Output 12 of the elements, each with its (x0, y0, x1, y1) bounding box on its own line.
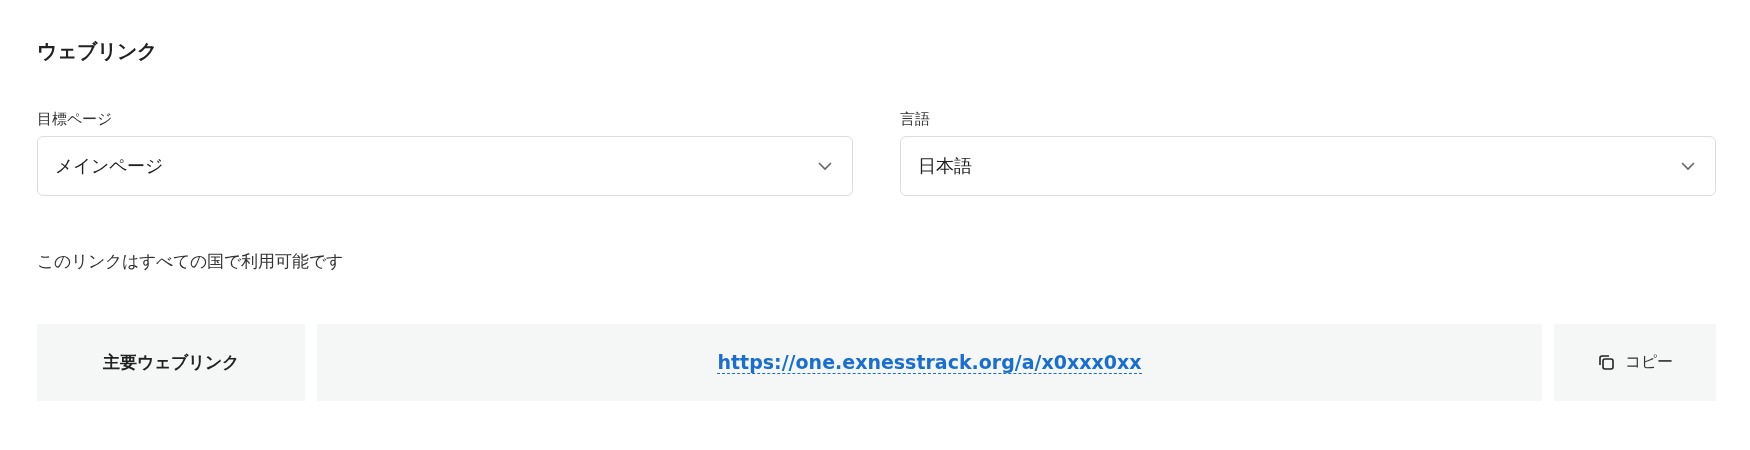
field-label: 目標ページ (37, 110, 113, 128)
copy-button[interactable]: コピー (1554, 324, 1716, 401)
field-label: 言語 (900, 110, 931, 128)
chevron-down-icon (818, 161, 832, 171)
section-title: ウェブリンク (37, 38, 158, 64)
availability-note: このリンクはすべての国で利用可能です (37, 250, 344, 272)
copy-icon (1597, 354, 1615, 371)
chevron-down-icon (1681, 161, 1695, 171)
url-link[interactable]: https://one.exnesstrack.org/a/x0xxx0xx (717, 351, 1142, 374)
link-label: 主要ウェブリンク (37, 324, 305, 401)
select-field[interactable]: メインページ (37, 136, 853, 196)
select-field[interactable]: 日本語 (900, 136, 1716, 196)
